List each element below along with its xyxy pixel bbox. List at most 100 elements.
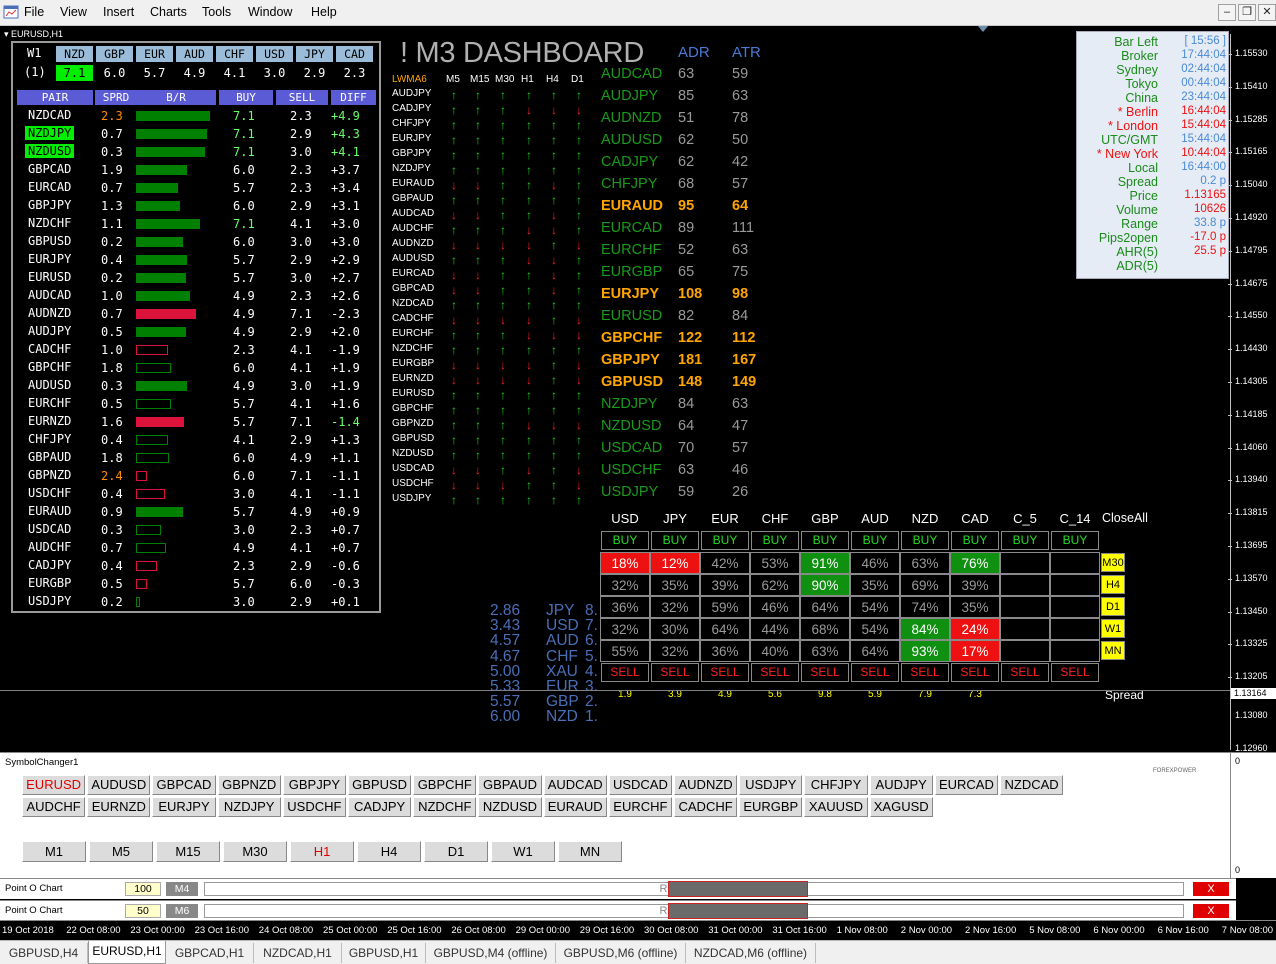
tab-gbpusd-h4[interactable]: GBPUSD,H4 [0,943,88,963]
pair-name[interactable]: CHFJPY [25,432,74,446]
sell-button-c5[interactable]: SELL [1001,663,1049,682]
time-axis[interactable]: 19 Oct 2018 22 Oct 08:00 23 Oct 00:00 23 Oc… [0,920,1276,940]
symbol-button-cadchf[interactable]: CADCHF [674,797,738,817]
adr-pair-name[interactable]: EURJPY [601,286,659,302]
symbol-button-euraud[interactable]: EURAUD [543,797,607,817]
symbol-button-nzdchf[interactable]: NZDCHF [413,797,477,817]
adr-pair-name[interactable]: USDJPY [601,484,658,500]
pair-name[interactable]: GBPUSD [25,234,74,248]
pair-name[interactable]: GBPJPY [25,198,74,212]
restore-icon[interactable]: ❐ [1238,4,1256,21]
buy-button-c14[interactable]: BUY [1051,531,1099,550]
pair-name[interactable]: EURCAD [25,180,74,194]
menu-insert[interactable]: Insert [103,5,134,19]
tab-gbpusd-m4-offline-[interactable]: GBPUSD,M4 (offline) [426,943,556,963]
adr-pair-name[interactable]: AUDJPY [601,88,658,104]
pair-name[interactable]: NZDUSD [25,144,75,158]
pair-name[interactable]: EURCHF [25,396,74,410]
symbol-button-xauusd[interactable]: XAUUSD [804,797,868,817]
pair-name[interactable]: GBPAUD [25,450,74,464]
pair-name[interactable]: AUDNZD [25,306,74,320]
menu-help[interactable]: Help [311,5,337,19]
tf-button-mn[interactable]: MN [558,841,622,862]
symbol-button-audjpy[interactable]: AUDJPY [869,775,933,795]
tf-button-w1[interactable]: W1 [491,841,555,862]
adr-pair-name[interactable]: USDCAD [601,440,662,456]
symbol-button-gbpjpy[interactable]: GBPJPY [282,775,346,795]
tf-button-h1[interactable]: H1 [290,841,354,862]
symbol-button-audcad[interactable]: AUDCAD [543,775,607,795]
pair-name[interactable]: CADCHF [25,342,74,356]
adr-pair-name[interactable]: GBPJPY [601,352,660,368]
buy-button-eur[interactable]: BUY [701,531,749,550]
pair-name[interactable]: CADJPY [25,558,74,572]
pair-name[interactable]: EURAUD [25,504,74,518]
pair-name[interactable]: EURNZD [25,414,74,428]
pair-name[interactable]: GBPCHF [25,360,74,374]
pair-name[interactable]: AUDCHF [25,540,74,554]
menu-file[interactable]: File [24,5,44,19]
buy-button-cad[interactable]: BUY [951,531,999,550]
tf-button-m5[interactable]: M5 [89,841,153,862]
adr-pair-name[interactable]: EURCHF [601,242,661,258]
adr-pair-name[interactable]: AUDCAD [601,66,662,82]
symbol-button-eurgbp[interactable]: EURGBP [739,797,803,817]
buy-button-aud[interactable]: BUY [851,531,899,550]
symbol-button-chfjpy[interactable]: CHFJPY [804,775,868,795]
box-size-input[interactable]: 100 [125,882,161,896]
box-size-input[interactable]: 50 [125,904,161,918]
sell-button-usd[interactable]: SELL [601,663,649,682]
tab-nzdcad-h1[interactable]: NZDCAD,H1 [254,943,342,963]
adr-pair-name[interactable]: EURGBP [601,264,662,280]
buy-button-usd[interactable]: BUY [601,531,649,550]
pair-name[interactable]: AUDUSD [25,378,74,392]
close-icon[interactable]: ✕ [1258,4,1276,21]
symbol-button-nzdusd[interactable]: NZDUSD [478,797,542,817]
symbol-button-nzdjpy[interactable]: NZDJPY [217,797,281,817]
symbol-button-xagusd[interactable]: XAGUSD [869,797,933,817]
pair-name[interactable]: NZDCAD [25,108,74,122]
pair-name[interactable]: GBPCAD [25,162,74,176]
buy-button-chf[interactable]: BUY [751,531,799,550]
menu-window[interactable]: Window [248,5,292,19]
tab-gbpcad-h1[interactable]: GBPCAD,H1 [166,943,254,963]
symbol-button-gbpchf[interactable]: GBPCHF [413,775,477,795]
pair-name[interactable]: USDJPY [25,594,74,608]
buy-button-jpy[interactable]: BUY [651,531,699,550]
sell-button-aud[interactable]: SELL [851,663,899,682]
pair-name[interactable]: EURJPY [25,252,74,266]
sell-button-jpy[interactable]: SELL [651,663,699,682]
adr-pair-name[interactable]: AUDNZD [601,110,661,126]
adr-pair-name[interactable]: GBPUSD [601,374,663,390]
symbol-button-usdjpy[interactable]: USDJPY [739,775,803,795]
symbol-button-gbpaud[interactable]: GBPAUD [478,775,542,795]
tab-nzdcad-m6-offline-[interactable]: NZDCAD,M6 (offline) [686,943,816,963]
adr-pair-name[interactable]: EURUSD [601,308,662,324]
tab-gbpusd-h1[interactable]: GBPUSD,H1 [342,943,426,963]
adr-pair-name[interactable]: CADJPY [601,154,658,170]
symbol-button-gbpnzd[interactable]: GBPNZD [217,775,281,795]
sell-button-eur[interactable]: SELL [701,663,749,682]
pair-name[interactable]: EURGBP [25,576,74,590]
sell-button-nzd[interactable]: SELL [901,663,949,682]
buy-button-gbp[interactable]: BUY [801,531,849,550]
adr-pair-name[interactable]: USDCHF [601,462,661,478]
close-all-button[interactable]: CloseAll [1102,511,1148,525]
close-button[interactable]: X [1193,904,1229,918]
sell-button-c14[interactable]: SELL [1051,663,1099,682]
tf-button-w1[interactable]: W1 [1101,619,1125,638]
menu-tools[interactable]: Tools [202,5,231,19]
symbol-button-audusd[interactable]: AUDUSD [87,775,151,795]
tf-button-d1[interactable]: D1 [1101,597,1125,616]
adr-pair-name[interactable]: NZDUSD [601,418,661,434]
tf-button-h4[interactable]: H4 [1101,575,1125,594]
symbol-button-gbpusd[interactable]: GBPUSD [348,775,412,795]
adr-pair-name[interactable]: EURCAD [601,220,662,236]
sell-button-cad[interactable]: SELL [951,663,999,682]
symbol-button-eurjpy[interactable]: EURJPY [152,797,216,817]
adr-pair-name[interactable]: NZDJPY [601,396,657,412]
tf-button-m15[interactable]: M15 [156,841,220,862]
adr-pair-name[interactable]: AUDUSD [601,132,662,148]
tf-button-m1[interactable]: M1 [22,841,86,862]
symbol-button-usdchf[interactable]: USDCHF [282,797,346,817]
